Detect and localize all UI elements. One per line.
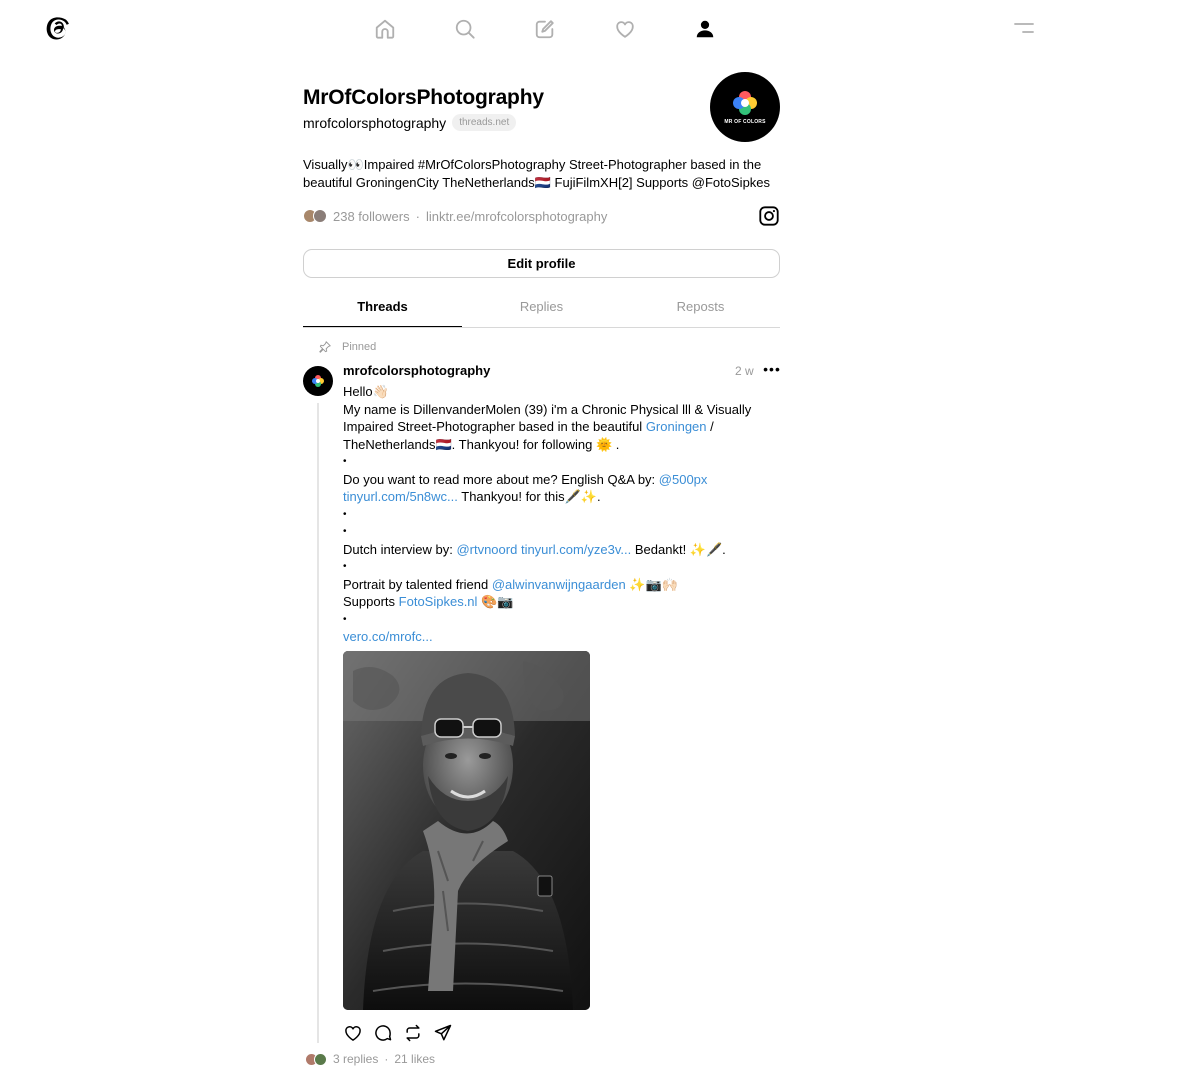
mention-rtvnoord[interactable]: @rtvnoord <box>456 542 517 557</box>
post-line-vero: vero.co/mrofc... <box>343 628 763 646</box>
link-groningen[interactable]: Groningen <box>646 419 707 434</box>
profile-bio: Visually👀Impaired #MrOfColorsPhotography… <box>303 157 771 190</box>
tab-threads[interactable]: Threads <box>303 288 462 327</box>
profile-display-name: MrOfColorsPhotography <box>303 86 544 109</box>
post-line-portrait: Portrait by talented friend @alwinvanwij… <box>343 576 763 594</box>
tab-reposts[interactable]: Reposts <box>621 288 780 327</box>
link-tinyurl-qa[interactable]: tinyurl.com/5n8wc... <box>343 489 458 504</box>
post-author-avatar[interactable] <box>303 366 333 396</box>
post-line-supports: Supports FotoSipkes.nl 🎨📷 <box>343 593 763 611</box>
replies-count[interactable]: 3 replies <box>333 1052 378 1066</box>
tab-replies[interactable]: Replies <box>462 288 621 327</box>
bullet-dot: • <box>343 456 347 467</box>
post-stats: 3 replies · 21 likes <box>305 1052 435 1066</box>
post-line-greeting: Hello👋🏻 <box>343 384 389 399</box>
colors-logo-icon <box>733 91 757 115</box>
post-text-segment: 🎨📷 <box>477 594 514 609</box>
link-tinyurl-interview[interactable]: tinyurl.com/yze3v... <box>521 542 631 557</box>
thread-line <box>317 403 319 1043</box>
post-timestamp: 2 w <box>735 364 754 378</box>
follower-avatar <box>313 209 327 223</box>
profile-handle: mrofcolorsphotography <box>303 114 447 131</box>
link-vero[interactable]: vero.co/mrofc... <box>343 629 433 644</box>
nav-activity[interactable] <box>585 4 665 54</box>
mention-500px[interactable]: @500px <box>659 472 708 487</box>
heart-icon <box>616 21 634 38</box>
pinned-label: Pinned <box>342 341 377 353</box>
post-text-segment: Dutch interview by: <box>343 541 457 557</box>
likes-count[interactable]: 21 likes <box>394 1052 435 1066</box>
threads-logo-icon[interactable] <box>44 14 72 44</box>
post-text-segment: Portrait by talented friend <box>343 576 492 592</box>
nav-search[interactable] <box>425 4 505 54</box>
menu-button[interactable] <box>1010 16 1038 40</box>
reply-avatar <box>314 1052 327 1066</box>
post-line-intro: My name is DillenvanderMolen (39) i'm a … <box>343 401 763 454</box>
followers-count[interactable]: 238 followers <box>333 209 410 224</box>
edit-profile-button[interactable]: Edit profile <box>303 249 780 278</box>
post-line-interview: Dutch interview by: @rtvnoord tinyurl.co… <box>343 541 763 559</box>
bullet-dot: • <box>343 613 347 625</box>
profile-link[interactable]: linktr.ee/mrofcolorsphotography <box>426 209 607 224</box>
bullet-dot: • <box>343 561 347 572</box>
post-text-segment: Thankyou! for this🖋️✨. <box>457 489 601 504</box>
profile-icon <box>696 20 714 38</box>
menu-icon <box>1014 23 1034 33</box>
domain-badge: threads.net <box>452 114 517 131</box>
stats-separator: · <box>384 1052 389 1066</box>
colors-logo-icon <box>312 375 324 387</box>
meta-separator: · <box>415 208 420 224</box>
main-nav <box>345 4 745 54</box>
post-text-segment: ✨📷🙌🏻 <box>625 576 678 592</box>
nav-profile[interactable] <box>665 4 745 54</box>
top-bar <box>0 0 1200 60</box>
mention-alwinvanwijngaarden[interactable]: @alwinvanwijngaarden <box>492 577 626 592</box>
compose-icon <box>535 20 554 39</box>
follower-avatars <box>303 209 327 223</box>
bullet-dot: • <box>343 508 347 520</box>
more-options-icon[interactable]: ••• <box>763 362 781 380</box>
profile-avatar[interactable]: MR OF COLORS <box>710 72 780 142</box>
home-icon <box>375 19 395 39</box>
nav-home[interactable] <box>345 4 425 54</box>
post-text-segment: Supports <box>343 594 399 609</box>
post-actions <box>343 1023 453 1043</box>
like-heart-icon[interactable] <box>343 1023 363 1043</box>
nav-compose[interactable] <box>505 4 585 54</box>
post-username[interactable]: mrofcolorsphotography <box>343 363 490 378</box>
profile-tabs: Threads Replies Reposts <box>303 288 780 328</box>
profile-meta-row: 238 followers · linktr.ee/mrofcolorsphot… <box>303 205 780 227</box>
post-text-segment: Do you want to read more about me? Engli… <box>343 471 659 487</box>
handle-row: mrofcolorsphotography threads.net <box>303 114 517 131</box>
portrait-image <box>343 651 590 1010</box>
reply-comment-icon[interactable] <box>373 1023 393 1043</box>
reply-avatars <box>305 1052 327 1066</box>
search-icon <box>455 19 475 39</box>
link-fotosipkes[interactable]: FotoSipkes.nl <box>399 594 478 609</box>
post-line-qa: Do you want to read more about me? Engli… <box>343 471 763 506</box>
post-text-segment: Bedankt! ✨🖋️. <box>631 541 726 557</box>
avatar-brand-text: MR OF COLORS <box>724 119 766 125</box>
post-photo[interactable] <box>343 651 590 1010</box>
pin-icon <box>319 341 331 353</box>
instagram-icon[interactable] <box>758 205 780 227</box>
share-send-icon[interactable] <box>433 1023 453 1043</box>
bullet-dot: • <box>343 526 347 537</box>
post-body: Hello👋🏻 My name is DillenvanderMolen (39… <box>343 383 763 646</box>
pinned-indicator: Pinned <box>318 340 376 354</box>
repost-icon[interactable] <box>403 1023 423 1043</box>
